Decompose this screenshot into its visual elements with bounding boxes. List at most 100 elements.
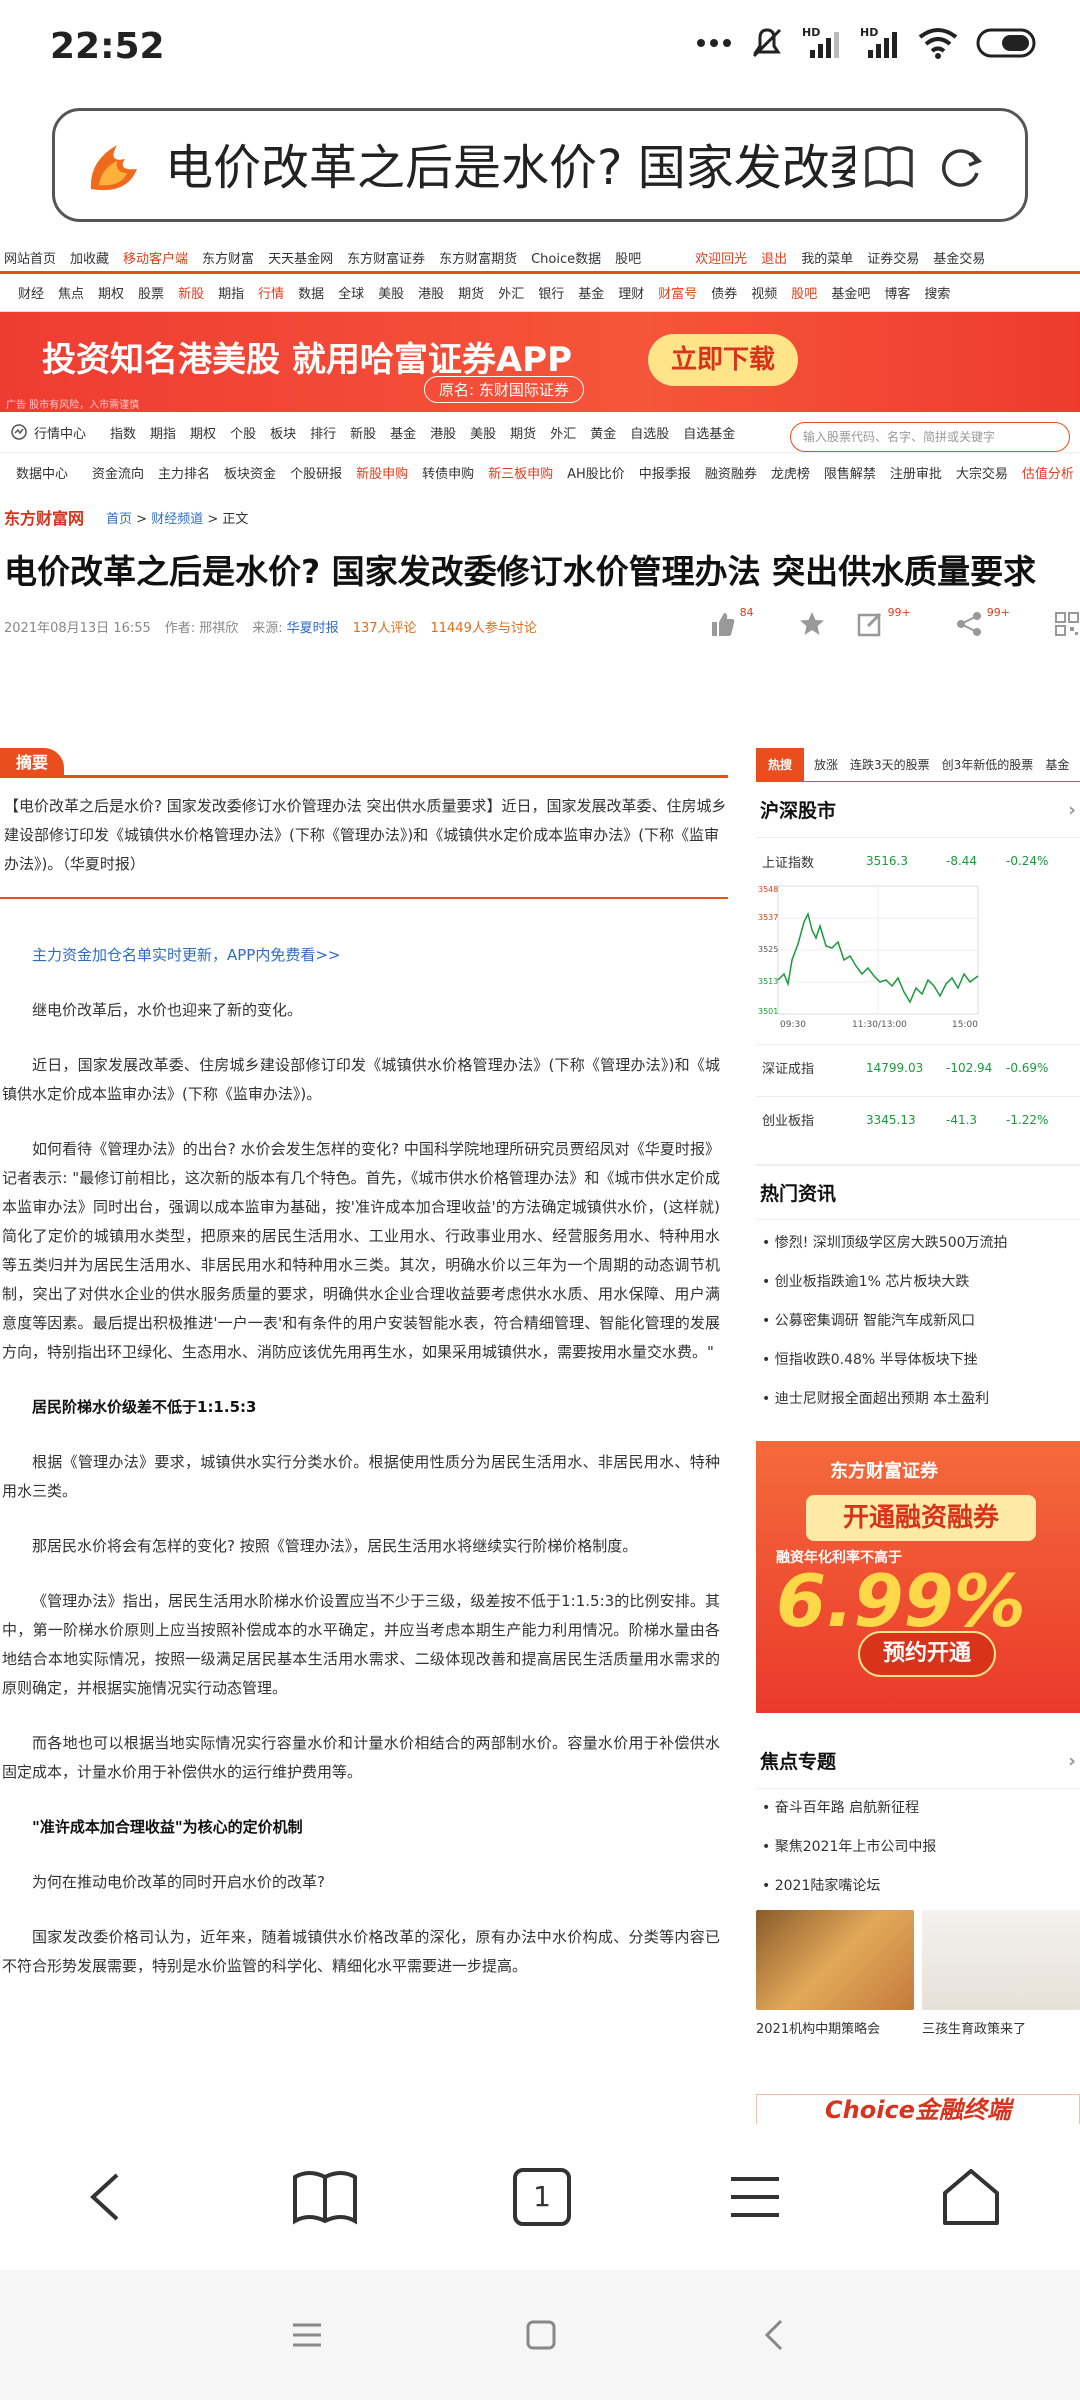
channel-item[interactable]: 基金 <box>578 283 604 302</box>
channel-item[interactable]: 期指 <box>218 283 244 302</box>
nav-item[interactable]: 东方财富期货 <box>439 248 517 267</box>
intraday-chart[interactable]: 3548 3537 3525 3513 3501 09:30 11:30/13:… <box>756 884 1080 1034</box>
channel-item[interactable]: 焦点 <box>58 283 84 302</box>
channel-item[interactable]: 股吧 <box>791 283 817 302</box>
nav-item[interactable]: 东方财富 <box>202 248 254 267</box>
data-item[interactable]: 个股研报 <box>290 463 342 482</box>
channel-item[interactable]: 期权 <box>98 283 124 302</box>
nav-item[interactable]: 股吧 <box>615 248 641 267</box>
data-item[interactable]: AH股比价 <box>567 463 625 482</box>
bookmarks-icon[interactable] <box>291 2167 359 2227</box>
reader-mode-icon[interactable] <box>863 143 915 191</box>
thumbs-up-icon[interactable] <box>708 610 736 638</box>
data-item[interactable]: 大宗交易 <box>956 463 1008 482</box>
channel-item[interactable]: 理财 <box>618 283 644 302</box>
qr-code-icon[interactable] <box>1054 611 1080 637</box>
choice-terminal-ad[interactable]: Choice金融终端 <box>756 2094 1080 2126</box>
channel-item[interactable]: 博客 <box>884 283 910 302</box>
edit-icon[interactable] <box>856 610 884 638</box>
hot-search-item[interactable]: 创3年新低的股票 <box>942 756 1034 773</box>
channel-item[interactable]: 银行 <box>538 283 564 302</box>
breadcrumb-home[interactable]: 首页 <box>106 512 132 527</box>
thumb-card[interactable]: 三孩生育政策来了 <box>922 1910 1080 2037</box>
quote-item[interactable]: 个股 <box>230 423 256 442</box>
nav-item[interactable]: 加收藏 <box>70 248 109 267</box>
home-icon[interactable] <box>939 2167 1003 2227</box>
data-item[interactable]: 融资融券 <box>705 463 757 482</box>
channel-item[interactable]: 港股 <box>418 283 444 302</box>
nav-item[interactable]: 天天基金网 <box>268 248 333 267</box>
data-center-label[interactable]: 数据中心 <box>16 463 68 482</box>
ad-reserve-button[interactable]: 预约开通 <box>858 1631 996 1677</box>
index-row[interactable]: 上证指数 3516.3 -8.44 -0.24% <box>756 838 1080 884</box>
channel-item[interactable]: 债券 <box>711 283 737 302</box>
app-promo-link[interactable]: 主力资金加仓名单实时更新，APP内免费看>> <box>2 941 720 970</box>
quote-item[interactable]: 自选股 <box>630 423 669 442</box>
system-home-icon[interactable] <box>524 2318 558 2352</box>
banner-download-button[interactable]: 立即下载 <box>648 334 798 386</box>
nav-item[interactable]: 基金交易 <box>933 248 985 267</box>
focus-item[interactable]: • 2021陆家嘴论坛 <box>756 1867 1080 1906</box>
channel-item[interactable]: 行情 <box>258 283 284 302</box>
share-icon[interactable] <box>955 610 983 638</box>
news-item[interactable]: • 公募密集调研 智能汽车成新风口 <box>762 1302 1074 1341</box>
quote-item[interactable]: 外汇 <box>550 423 576 442</box>
data-item[interactable]: 注册审批 <box>890 463 942 482</box>
data-item[interactable]: 资金流向 <box>92 463 144 482</box>
channel-item[interactable]: 财富号 <box>658 283 697 302</box>
back-icon[interactable] <box>77 2167 137 2227</box>
quote-item[interactable]: 指数 <box>110 423 136 442</box>
quote-item[interactable]: 板块 <box>270 423 296 442</box>
quote-item[interactable]: 黄金 <box>590 423 616 442</box>
quote-item[interactable]: 基金 <box>390 423 416 442</box>
data-item[interactable]: 龙虎榜 <box>771 463 810 482</box>
nav-item[interactable]: Choice数据 <box>531 248 601 267</box>
data-item[interactable]: 限售解禁 <box>824 463 876 482</box>
focus-item[interactable]: • 奋斗百年路 启航新征程 <box>756 1789 1080 1828</box>
data-item[interactable]: 新股申购 <box>356 463 408 482</box>
channel-item[interactable]: 期货 <box>458 283 484 302</box>
data-item[interactable]: 估值分析 <box>1022 463 1074 482</box>
channel-item[interactable]: 股票 <box>138 283 164 302</box>
stock-search-input[interactable]: 输入股票代码、名字、简拼或关键字 <box>790 422 1070 452</box>
news-item[interactable]: • 创业板指跌逾1% 芯片板块大跌 <box>762 1263 1074 1302</box>
tabs-button[interactable]: 1 <box>513 2168 571 2226</box>
channel-item[interactable]: 外汇 <box>498 283 524 302</box>
nav-item[interactable]: 移动客户端 <box>123 248 188 267</box>
quote-item[interactable]: 自选基金 <box>683 423 735 442</box>
system-back-icon[interactable] <box>757 2317 791 2353</box>
news-item[interactable]: • 迪士尼财报全面超出预期 本土盈利 <box>762 1380 1074 1419</box>
data-item[interactable]: 中报季报 <box>639 463 691 482</box>
channel-item[interactable]: 财经 <box>18 283 44 302</box>
focus-item[interactable]: • 聚焦2021年上市公司中报 <box>756 1828 1080 1867</box>
quote-item[interactable]: 美股 <box>470 423 496 442</box>
nav-item[interactable]: 东方财富证券 <box>347 248 425 267</box>
browser-page-title[interactable]: 电价改革之后是水价? 国家发改委 <box>165 135 855 201</box>
participant-count[interactable]: 11449人参与讨论 <box>431 617 537 636</box>
channel-item[interactable]: 视频 <box>751 283 777 302</box>
nav-item[interactable]: 网站首页 <box>4 248 56 267</box>
quote-item[interactable]: 新股 <box>350 423 376 442</box>
comment-count[interactable]: 137人评论 <box>353 617 417 636</box>
menu-icon[interactable] <box>725 2167 785 2227</box>
quote-center-label[interactable]: 行情中心 <box>34 423 86 442</box>
ad-banner[interactable]: 投资知名港美股 就用哈富证券APP 原名: 东财国际证券 立即下载 广告 股市有… <box>0 312 1080 412</box>
browser-address-bar[interactable]: 电价改革之后是水价? 国家发改委 <box>52 108 1028 222</box>
channel-item[interactable]: 数据 <box>298 283 324 302</box>
nav-item[interactable]: 我的菜单 <box>801 248 853 267</box>
thumb-card[interactable]: 2021机构中期策略会 <box>756 1910 914 2037</box>
channel-item[interactable]: 新股 <box>178 283 204 302</box>
hot-search-item[interactable]: 放涨 <box>814 756 838 773</box>
quote-item[interactable]: 港股 <box>430 423 456 442</box>
channel-item[interactable]: 基金吧 <box>831 283 870 302</box>
index-row[interactable]: 深证成指 14799.03 -102.94 -0.69% <box>756 1044 1080 1090</box>
quote-item[interactable]: 期权 <box>190 423 216 442</box>
hot-search-item[interactable]: 基金 <box>1045 756 1069 773</box>
logout-link[interactable]: 退出 <box>761 248 787 267</box>
quote-item[interactable]: 期货 <box>510 423 536 442</box>
focus-section-title[interactable]: 焦点专题 › <box>756 1733 1080 1789</box>
hot-search-item[interactable]: 连跌3天的股票 <box>850 756 930 773</box>
channel-item[interactable]: 搜索 <box>924 283 950 302</box>
recents-icon[interactable] <box>289 2317 325 2353</box>
market-section-title[interactable]: 沪深股市 › <box>756 782 1080 838</box>
